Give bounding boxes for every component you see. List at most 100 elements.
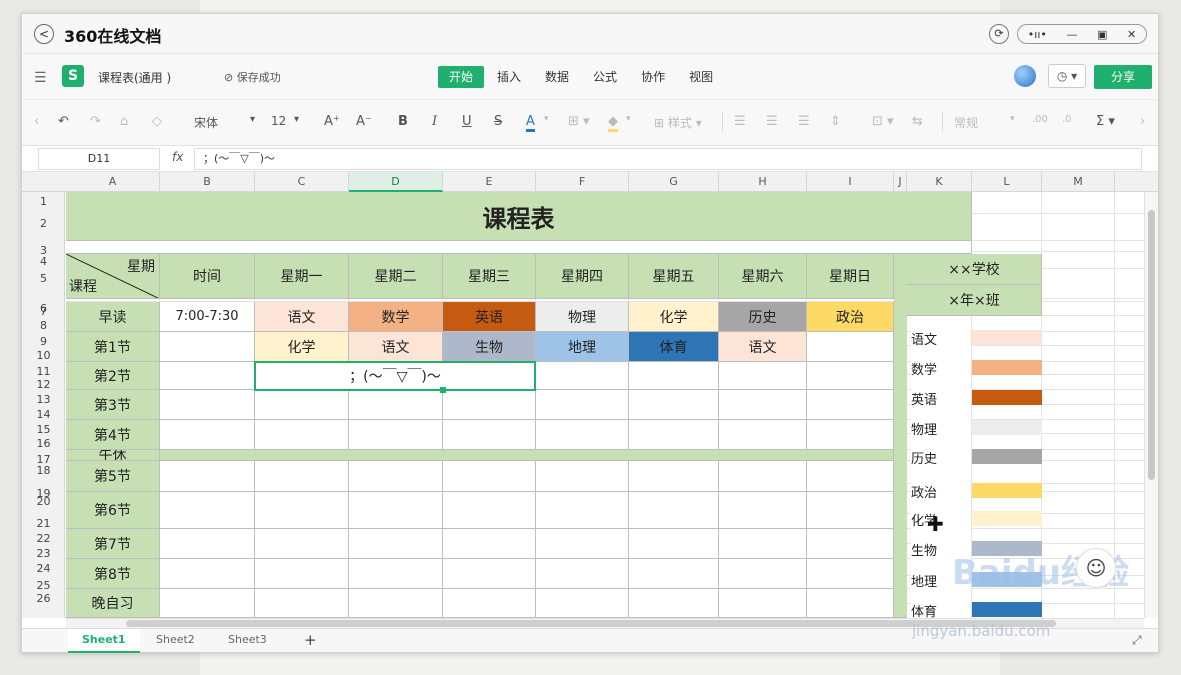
row-header-7[interactable]: 7 [22, 305, 64, 318]
row-header-18[interactable]: 18 [22, 464, 64, 477]
table-cell[interactable] [160, 492, 255, 529]
table-cell[interactable] [719, 529, 807, 559]
assistant-avatar-icon[interactable]: ☺ [1076, 548, 1116, 588]
period-label[interactable]: 第8节 [66, 559, 160, 589]
column-header-d[interactable]: D [349, 172, 443, 192]
column-header-f[interactable]: F [536, 172, 629, 192]
table-cell[interactable] [719, 362, 807, 390]
course-cell[interactable]: 化学 [255, 332, 349, 362]
table-cell[interactable] [349, 461, 443, 492]
table-cell[interactable] [160, 461, 255, 492]
table-cell[interactable] [536, 529, 629, 559]
align-left-icon[interactable]: ☰ [734, 114, 746, 129]
table-cell[interactable] [160, 390, 255, 420]
sheet-tab-2[interactable]: Sheet2 [142, 629, 209, 653]
table-cell[interactable] [443, 559, 536, 589]
fill-handle[interactable] [440, 387, 446, 393]
spacer-row[interactable] [66, 241, 972, 254]
table-cell[interactable] [719, 559, 807, 589]
period-label[interactable]: 第2节 [66, 362, 160, 390]
minimize-icon[interactable]: — [1066, 28, 1077, 41]
table-cell[interactable] [536, 362, 629, 390]
table-cell[interactable] [629, 461, 719, 492]
school-label[interactable]: ××学校 [907, 254, 1042, 285]
column-header-b[interactable]: B [160, 172, 255, 192]
selected-cell[interactable]: ；(～￣▽￣)～ [254, 361, 536, 391]
row-header-4[interactable]: 4 [22, 255, 64, 268]
decimal-increase-icon[interactable]: .00 [1032, 114, 1048, 125]
sheet-tab-1[interactable]: Sheet1 [68, 629, 140, 653]
row-header-10[interactable]: 10 [22, 349, 64, 362]
course-cell[interactable]: 生物 [443, 332, 536, 362]
font-select[interactable]: 宋体 [194, 114, 218, 131]
row-header-23[interactable]: 23 [22, 547, 64, 560]
font-decrease-icon[interactable]: A⁻ [356, 114, 372, 129]
day-header[interactable]: 星期日 [807, 254, 894, 299]
table-cell[interactable] [629, 589, 719, 618]
scroll-left-icon[interactable]: ‹ [34, 114, 39, 129]
period-label[interactable]: 早读 [66, 302, 160, 332]
font-increase-icon[interactable]: A⁺ [324, 114, 340, 129]
row-header-21[interactable]: 21 [22, 517, 64, 530]
table-cell[interactable] [629, 390, 719, 420]
table-cell[interactable] [160, 362, 255, 390]
period-label[interactable]: 第5节 [66, 461, 160, 492]
table-cell[interactable] [807, 332, 894, 362]
class-label[interactable]: ×年×班 [907, 285, 1042, 316]
course-cell[interactable]: 语文 [719, 332, 807, 362]
diagonal-header-cell[interactable]: 星期 课程 [66, 254, 160, 299]
table-cell[interactable] [719, 492, 807, 529]
period-label[interactable]: 第4节 [66, 420, 160, 450]
sum-icon[interactable]: Σ ▾ [1096, 114, 1115, 129]
font-dropdown-icon[interactable]: ▾ [250, 114, 255, 125]
row-header-5[interactable]: 5 [22, 272, 64, 285]
table-cell[interactable] [443, 492, 536, 529]
day-header[interactable]: 星期三 [443, 254, 536, 299]
period-label[interactable]: 晚自习 [66, 589, 160, 618]
table-cell[interactable] [349, 420, 443, 450]
name-box[interactable]: D11 [38, 148, 160, 170]
maximize-icon[interactable]: ▣ [1097, 28, 1107, 41]
period-label[interactable]: 第6节 [66, 492, 160, 529]
row-header-22[interactable]: 22 [22, 532, 64, 545]
clear-icon[interactable]: ◇ [152, 114, 162, 129]
table-cell[interactable] [807, 492, 894, 529]
number-format-select[interactable]: 常规 [954, 114, 978, 131]
table-cell[interactable] [160, 420, 255, 450]
table-cell[interactable] [443, 461, 536, 492]
column-header-h[interactable]: H [719, 172, 807, 192]
table-cell[interactable] [536, 390, 629, 420]
table-cell[interactable] [536, 492, 629, 529]
number-format-dropdown-icon[interactable]: ▾ [1010, 114, 1015, 124]
course-cell[interactable]: 语文 [255, 302, 349, 332]
time-header[interactable]: 时间 [160, 254, 255, 299]
row-header-2[interactable]: 2 [22, 217, 64, 230]
column-header-m[interactable]: M [1042, 172, 1115, 192]
table-cell[interactable] [719, 390, 807, 420]
table-cell[interactable] [160, 589, 255, 618]
day-header[interactable]: 星期五 [629, 254, 719, 299]
course-cell[interactable]: 化学 [629, 302, 719, 332]
table-cell[interactable] [349, 492, 443, 529]
scroll-right-icon[interactable]: › [1140, 114, 1145, 129]
course-cell[interactable]: 数学 [349, 302, 443, 332]
avatar[interactable] [1014, 65, 1036, 87]
wrap-icon[interactable]: ⇆ [912, 114, 923, 129]
table-cell[interactable] [536, 589, 629, 618]
vertical-align-icon[interactable]: ⇕ [830, 114, 841, 129]
course-cell[interactable]: 历史 [719, 302, 807, 332]
table-cell[interactable] [443, 390, 536, 420]
tab-view[interactable]: 视图 [678, 66, 724, 88]
decimal-decrease-icon[interactable]: .0 [1062, 114, 1072, 125]
sheet-title[interactable]: 课程表 [66, 192, 972, 241]
undo-icon[interactable]: ↶ [58, 114, 69, 129]
period-label[interactable]: 午休 [66, 450, 160, 461]
row-header-8[interactable]: 8 [22, 319, 64, 332]
table-cell[interactable] [629, 559, 719, 589]
table-cell[interactable] [160, 559, 255, 589]
table-cell[interactable] [629, 492, 719, 529]
table-cell[interactable] [807, 559, 894, 589]
column-header-c[interactable]: C [255, 172, 349, 192]
formula-input[interactable]: ；(～￣▽￣)～ [194, 148, 1142, 170]
column-header-g[interactable]: G [629, 172, 719, 192]
